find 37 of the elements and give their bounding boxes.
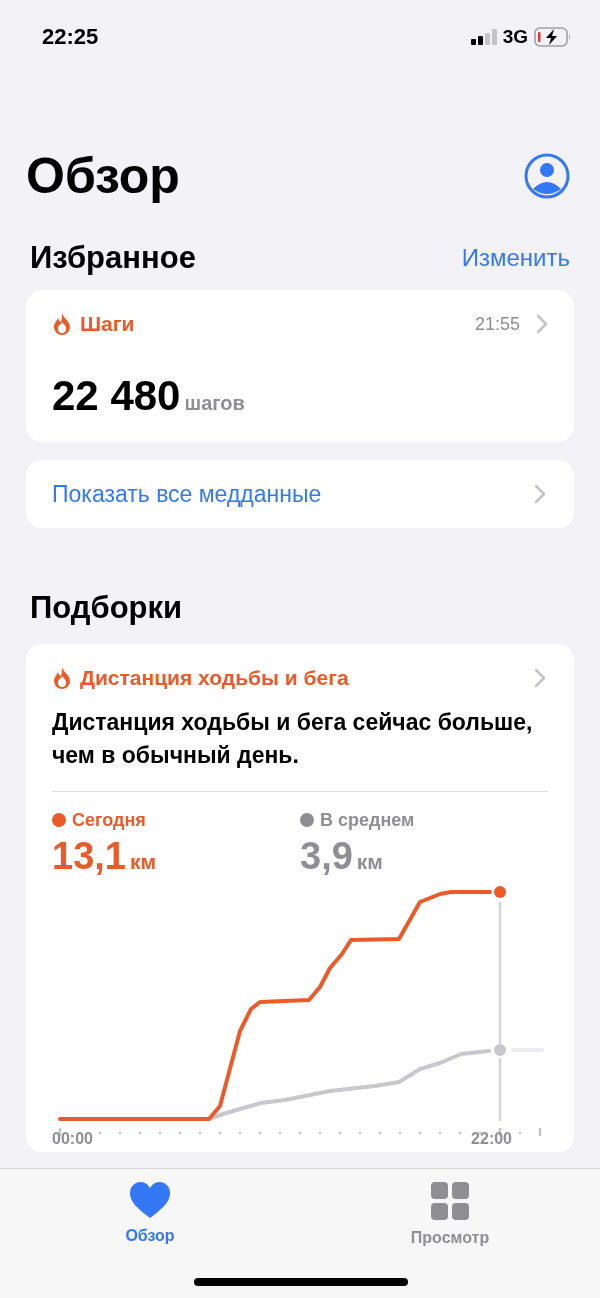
steps-card[interactable]: Шаги 21:55 22 480 шагов xyxy=(26,290,574,442)
highlight-text: Дистанция ходьбы и бега сейчас больше, чем в обычный день. xyxy=(52,706,548,792)
card-title: Дистанция ходьбы и бега xyxy=(80,666,349,690)
legend-value: 13,1 xyxy=(52,834,126,878)
legend-unit: км xyxy=(356,849,383,874)
chevron-icon xyxy=(534,668,546,688)
section-title: Избранное xyxy=(30,240,196,276)
legend-unit: км xyxy=(129,849,156,874)
chevron-icon xyxy=(534,484,546,504)
page-title: Обзор xyxy=(26,147,180,205)
heart-icon xyxy=(129,1181,171,1219)
flame-icon xyxy=(52,312,72,336)
legend-value: 3,9 xyxy=(300,834,353,878)
edit-link[interactable]: Изменить xyxy=(461,244,570,272)
today-point xyxy=(494,885,506,898)
status-time: 22:25 xyxy=(42,24,99,50)
steps-unit: шагов xyxy=(184,392,245,415)
steps-value: 22 480 xyxy=(52,372,181,420)
axis-label: 00:00 xyxy=(52,1129,93,1148)
signal-icon xyxy=(470,29,497,45)
network-label: 3G xyxy=(502,26,528,48)
battery-charging-icon xyxy=(534,27,572,47)
tab[interactable]: Обзор xyxy=(70,1181,230,1245)
axis-label: 22:00 xyxy=(471,1129,512,1148)
tab[interactable]: Просмотр xyxy=(370,1181,530,1247)
profile-icon[interactable] xyxy=(524,153,570,199)
flame-icon xyxy=(52,666,72,690)
section-title: Подборки xyxy=(30,590,183,626)
legend-label: В среднем xyxy=(320,809,415,831)
highlight-card[interactable]: Дистанция ходьбы и бега Дистанция ходьбы и бега сейчас больше, чем в обычный день. Сегодня 13,1 км В среднем 3,9 км 00:00 22:00 xyxy=(26,644,574,1152)
average-point xyxy=(494,1043,506,1056)
card-time: 21:55 xyxy=(474,313,520,335)
chevron-icon xyxy=(536,314,548,334)
card-title: Шаги xyxy=(80,312,135,336)
grid-icon xyxy=(430,1181,470,1221)
legend-label: Сегодня xyxy=(72,809,146,831)
show-all-button[interactable]: Показать все медданные xyxy=(26,460,574,528)
